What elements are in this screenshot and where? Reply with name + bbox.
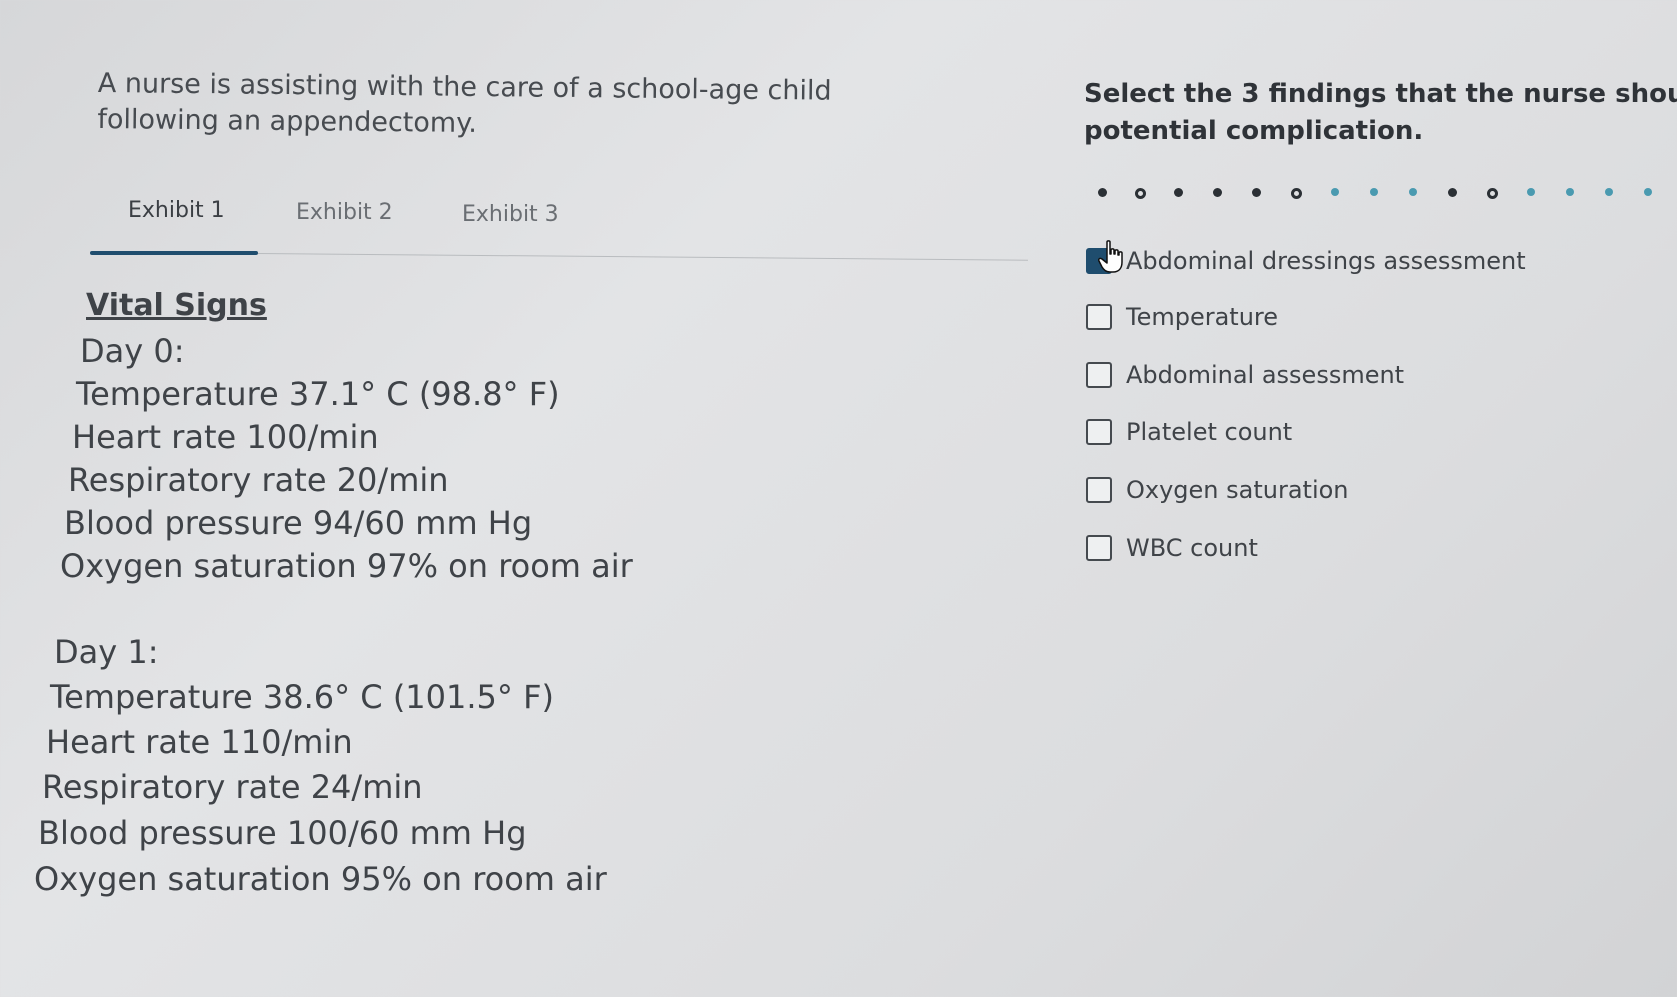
progress-dot	[1487, 188, 1498, 199]
option-abdominal-dressings-assessment[interactable]: Abdominal dressings assessment	[1086, 240, 1526, 278]
option-wbc-count[interactable]: WBC count	[1086, 531, 1258, 565]
question-line-1: Select the 3 findings that the nurse sho…	[1084, 79, 1677, 109]
progress-dot	[1174, 188, 1183, 197]
day1-blood-pressure: Blood pressure 100/60 mm Hg	[38, 814, 527, 852]
day0-temperature: Temperature 37.1° C (98.8° F)	[76, 375, 560, 413]
progress-dot	[1448, 188, 1457, 197]
checkbox[interactable]	[1086, 362, 1112, 388]
question-stem: A nurse is assisting with the care of a …	[97, 67, 832, 139]
tab-divider	[257, 253, 1028, 261]
progress-dot	[1370, 188, 1378, 196]
hand-pointer-icon	[1098, 240, 1123, 273]
progress-dot	[1291, 188, 1302, 199]
tab-exhibit-3[interactable]: Exhibit 3	[462, 202, 559, 227]
progress-dot	[1644, 188, 1652, 196]
exam-screen: A nurse is assisting with the care of a …	[0, 0, 1677, 997]
checkbox[interactable]	[1086, 240, 1123, 274]
option-label: Abdominal dressings assessment	[1126, 247, 1526, 275]
checkbox[interactable]	[1086, 535, 1112, 561]
progress-dot	[1213, 188, 1222, 197]
progress-dot	[1605, 188, 1613, 196]
progress-dot	[1135, 188, 1146, 199]
day0-heart-rate: Heart rate 100/min	[72, 418, 379, 456]
day1-temperature: Temperature 38.6° C (101.5° F)	[50, 678, 554, 716]
active-tab-indicator	[90, 251, 258, 255]
option-label: WBC count	[1126, 534, 1258, 562]
option-platelet-count[interactable]: Platelet count	[1086, 415, 1292, 449]
day1-label: Day 1:	[54, 633, 159, 671]
option-abdominal-assessment[interactable]: Abdominal assessment	[1086, 358, 1404, 392]
day0-label: Day 0:	[80, 332, 185, 370]
option-temperature[interactable]: Temperature	[1086, 300, 1278, 334]
option-label: Oxygen saturation	[1126, 476, 1349, 504]
option-label: Temperature	[1126, 303, 1279, 331]
progress-indicator	[1098, 188, 1677, 202]
progress-dot	[1252, 188, 1261, 197]
day0-blood-pressure: Blood pressure 94/60 mm Hg	[64, 504, 533, 542]
day0-respiratory-rate: Respiratory rate 20/min	[68, 461, 449, 499]
question-prompt: Select the 3 findings that the nurse sho…	[1084, 76, 1677, 150]
exhibit-tabs: Exhibit 1 Exhibit 2 Exhibit 3	[90, 196, 1028, 261]
exhibit-heading: Vital Signs	[86, 288, 267, 323]
tab-exhibit-1[interactable]: Exhibit 1	[128, 198, 225, 223]
checkbox[interactable]	[1086, 304, 1112, 330]
option-label: Abdominal assessment	[1126, 361, 1405, 389]
progress-dot	[1527, 188, 1535, 196]
day1-heart-rate: Heart rate 110/min	[46, 723, 353, 761]
checkbox[interactable]	[1086, 477, 1112, 503]
progress-dot	[1331, 188, 1339, 196]
progress-dot	[1566, 188, 1574, 196]
progress-dot	[1098, 188, 1107, 197]
option-label: Platelet count	[1126, 418, 1293, 446]
tab-exhibit-2[interactable]: Exhibit 2	[296, 200, 393, 225]
progress-dot	[1409, 188, 1417, 196]
question-line-2: potential complication.	[1084, 116, 1424, 146]
option-oxygen-saturation[interactable]: Oxygen saturation	[1086, 473, 1349, 507]
day1-respiratory-rate: Respiratory rate 24/min	[42, 768, 423, 806]
day0-oxygen-saturation: Oxygen saturation 97% on room air	[60, 547, 633, 585]
checkbox[interactable]	[1086, 419, 1112, 445]
day1-oxygen-saturation: Oxygen saturation 95% on room air	[34, 860, 607, 898]
